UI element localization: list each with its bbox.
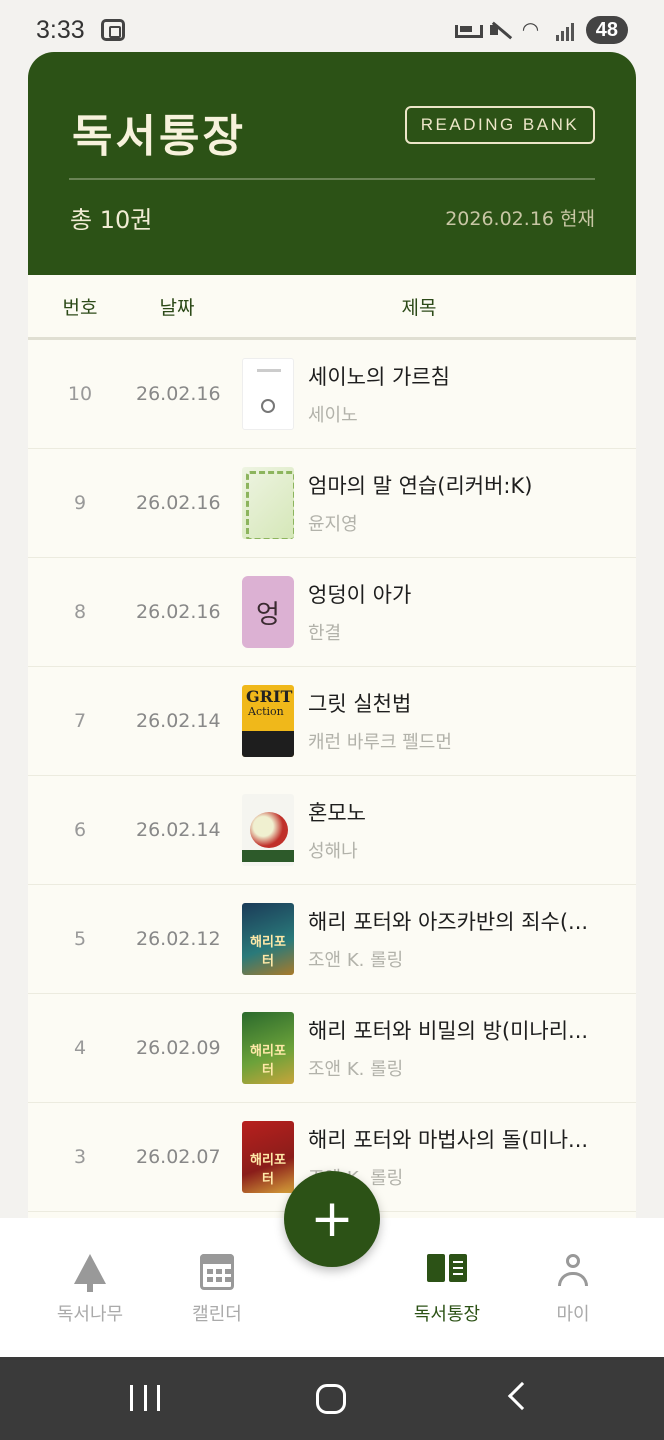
home-icon[interactable]	[316, 1384, 346, 1414]
book-title: 엉덩이 아가	[308, 583, 412, 607]
row-date: 26.02.09	[136, 1037, 221, 1059]
nav-label: 캘린더	[192, 1304, 242, 1325]
nav-item-my[interactable]: 마이	[513, 1218, 633, 1358]
book-cover	[242, 794, 294, 866]
back-icon[interactable]	[507, 1381, 537, 1411]
calendar-icon	[200, 1254, 234, 1290]
nav-label: 독서나무	[56, 1304, 124, 1325]
book-title: 해리 포터와 아즈카반의 죄수(...	[308, 910, 589, 934]
row-number: 9	[73, 492, 87, 514]
status-bar: 3:33 ◠ 48	[0, 0, 664, 60]
table-row[interactable]: 5 26.02.12 해리포터 해리 포터와 아즈카반의 죄수(... 조앤 K…	[28, 885, 636, 994]
book-cover: 해리포터	[242, 903, 294, 975]
total-books: 총 10권	[70, 206, 153, 234]
book-icon	[427, 1254, 467, 1284]
book-cover: GRIT Action	[242, 685, 294, 757]
cover-text: 해리포터	[250, 1153, 286, 1187]
table-row[interactable]: 4 26.02.09 해리포터 해리 포터와 비밀의 방(미나리... 조앤 K…	[28, 994, 636, 1103]
header-number: 번호	[62, 296, 98, 319]
cover-text: GRIT	[246, 687, 293, 706]
page-title: 독서통장	[72, 111, 246, 162]
cover-text: 해리포터	[250, 935, 286, 969]
book-title: 혼모노	[308, 801, 366, 825]
nav-label: 마이	[556, 1304, 590, 1325]
table-header: 번호 날짜 제목	[28, 275, 636, 340]
table-row[interactable]: 7 26.02.14 GRIT Action 그릿 실천법 캐런 바루크 펠드먼	[28, 667, 636, 776]
table-row[interactable]: 9 26.02.16 엄마의 말 연습(리커버:K) 윤지영	[28, 449, 636, 558]
book-cover: 엉	[242, 576, 294, 648]
header-title: 제목	[401, 296, 437, 319]
table-row[interactable]: 6 26.02.14 혼모노 성해나	[28, 776, 636, 885]
row-number: 5	[73, 928, 87, 950]
status-icons: ◠ 48	[454, 16, 628, 44]
row-number: 10	[67, 383, 93, 405]
book-title: 세이노의 가르침	[308, 365, 450, 389]
add-book-button[interactable]: +	[284, 1171, 380, 1267]
tree-icon	[74, 1254, 106, 1284]
signal-icon	[555, 19, 576, 41]
header-date: 날짜	[159, 296, 195, 319]
header-divider	[69, 178, 595, 180]
row-number: 6	[73, 819, 87, 841]
book-author: 캐런 바루크 펠드먼	[308, 732, 452, 753]
reading-list-table[interactable]: 번호 날짜 제목 10 26.02.16 세이노의 가르침 세이노 9 26.0…	[28, 275, 636, 1220]
row-date: 26.02.16	[136, 383, 221, 405]
row-date: 26.02.14	[136, 819, 221, 841]
nav-item-calendar[interactable]: 캘린더	[157, 1218, 277, 1358]
row-number: 7	[73, 710, 87, 732]
wifi-icon: ◠	[521, 19, 540, 41]
recent-apps-icon[interactable]	[130, 1385, 160, 1413]
book-author: 성해나	[308, 841, 358, 862]
book-author: 세이노	[308, 405, 358, 426]
book-author: 조앤 K. 롤링	[308, 950, 404, 971]
row-number: 8	[73, 601, 87, 623]
cover-text: 해리포터	[250, 1044, 286, 1078]
status-time: 3:33	[36, 15, 85, 44]
table-row[interactable]: 8 26.02.16 엉 엉덩이 아가 한결	[28, 558, 636, 667]
row-date: 26.02.16	[136, 492, 221, 514]
row-date: 26.02.16	[136, 601, 221, 623]
book-cover: 해리포터	[242, 1121, 294, 1193]
book-cover	[242, 467, 294, 539]
row-date: 26.02.12	[136, 928, 221, 950]
book-title: 해리 포터와 마법사의 돌(미나...	[308, 1128, 589, 1152]
screenshot-icon	[100, 19, 125, 41]
battery-badge: 48	[585, 16, 628, 44]
row-number: 3	[73, 1146, 87, 1168]
nav-item-reading-tree[interactable]: 독서나무	[30, 1218, 150, 1358]
nav-label: 독서통장	[413, 1304, 481, 1325]
book-author: 조앤 K. 롤링	[308, 1059, 404, 1080]
book-title: 그릿 실천법	[308, 692, 412, 716]
bed-icon	[454, 19, 483, 41]
system-nav-bar	[0, 1357, 664, 1440]
nav-item-reading-bank[interactable]: 독서통장	[387, 1218, 507, 1358]
book-cover	[242, 358, 294, 430]
book-title: 엄마의 말 연습(리커버:K)	[308, 474, 533, 498]
book-cover: 해리포터	[242, 1012, 294, 1084]
row-date: 26.02.07	[136, 1146, 221, 1168]
book-author: 윤지영	[308, 514, 358, 535]
user-icon	[558, 1254, 588, 1288]
as-of-date: 2026.02.16 현재	[445, 208, 595, 230]
row-number: 4	[73, 1037, 87, 1059]
reading-bank-header: 독서통장 READING BANK 총 10권 2026.02.16 현재	[28, 52, 636, 275]
reading-bank-badge: READING BANK	[405, 106, 595, 144]
table-row[interactable]: 10 26.02.16 세이노의 가르침 세이노	[28, 340, 636, 449]
book-author: 한결	[308, 623, 342, 644]
book-title: 해리 포터와 비밀의 방(미나리...	[308, 1019, 589, 1043]
mute-icon	[488, 19, 512, 41]
row-date: 26.02.14	[136, 710, 221, 732]
